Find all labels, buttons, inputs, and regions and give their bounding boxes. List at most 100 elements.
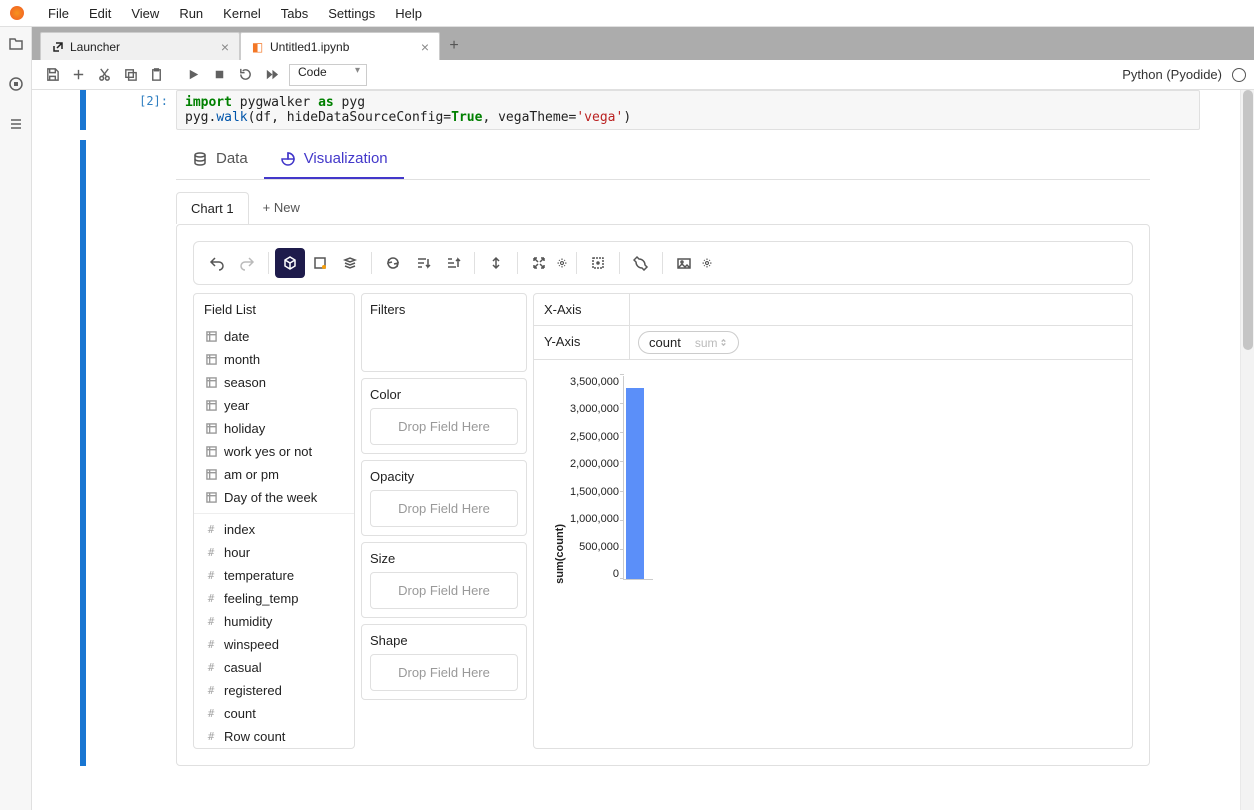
stack-button[interactable] (335, 248, 365, 278)
quantitative-icon: # (204, 523, 218, 537)
y-axis-ticks: 3,500,0003,000,0002,500,0002,000,0001,50… (570, 376, 623, 580)
chart-tab-1[interactable]: Chart 1 (176, 192, 249, 224)
paste-button[interactable] (144, 63, 168, 87)
pyg-tab-visualization[interactable]: Visualization (264, 140, 404, 179)
tab-label: Launcher (70, 40, 120, 54)
plot-area: X-Axis Y-Axis count sum (533, 293, 1133, 749)
running-kernels-icon[interactable] (7, 75, 25, 93)
shelf-shape[interactable]: Shape Drop Field Here (361, 624, 527, 700)
code-token: , vegaTheme= (482, 110, 576, 125)
export-settings-button[interactable] (699, 248, 715, 278)
shelf-color[interactable]: Color Drop Field Here (361, 378, 527, 454)
undo-button[interactable] (202, 248, 232, 278)
add-cell-button[interactable] (66, 63, 90, 87)
menu-settings[interactable]: Settings (318, 6, 385, 21)
field-item[interactable]: Day of the week (194, 486, 354, 509)
pill-aggregation[interactable]: sum (695, 336, 729, 350)
run-button[interactable] (181, 63, 205, 87)
menu-kernel[interactable]: Kernel (213, 6, 271, 21)
add-tab-button[interactable]: + (440, 32, 468, 60)
vertical-scrollbar[interactable] (1240, 90, 1254, 810)
field-item[interactable]: work yes or not (194, 440, 354, 463)
sort-desc-button[interactable] (438, 248, 468, 278)
field-item[interactable]: #index (194, 518, 354, 541)
aggregate-button[interactable] (275, 248, 305, 278)
code-editor[interactable]: import pygwalker as pyg pyg.walk(df, hid… (176, 90, 1200, 130)
file-browser-icon[interactable] (7, 35, 25, 53)
axes-resize-button[interactable] (481, 248, 511, 278)
dropzone[interactable]: Drop Field Here (370, 408, 518, 445)
sort-asc-button[interactable] (408, 248, 438, 278)
close-icon[interactable]: × (221, 39, 229, 55)
layout-settings-button[interactable] (554, 248, 570, 278)
dropzone[interactable]: Drop Field Here (370, 572, 518, 609)
restart-button[interactable] (233, 63, 257, 87)
viz-toolbar (193, 241, 1133, 285)
field-item[interactable]: month (194, 348, 354, 371)
code-cell[interactable]: [2]: import pygwalker as pyg pyg.walk(df… (52, 90, 1240, 130)
code-token: (df, hideDataSourceConfig= (248, 110, 452, 125)
toc-icon[interactable] (7, 115, 25, 133)
dropzone[interactable]: Drop Field Here (370, 490, 518, 527)
field-item[interactable]: year (194, 394, 354, 417)
kernel-status-icon[interactable] (1232, 68, 1246, 82)
nominal-icon (204, 422, 218, 436)
menu-run[interactable]: Run (169, 6, 213, 21)
config-button[interactable] (626, 248, 656, 278)
export-button[interactable] (669, 248, 699, 278)
field-item[interactable]: season (194, 371, 354, 394)
tabbar: Launcher × ◧ Untitled1.ipynb × + (32, 27, 1254, 60)
field-name: feeling_temp (224, 591, 298, 606)
field-item[interactable]: #winspeed (194, 633, 354, 656)
mark-type-button[interactable] (305, 248, 335, 278)
shelf-size[interactable]: Size Drop Field Here (361, 542, 527, 618)
pyg-tab-data[interactable]: Data (176, 140, 264, 179)
close-icon[interactable]: × (421, 39, 429, 55)
geo-button[interactable] (583, 248, 613, 278)
field-name: hour (224, 545, 250, 560)
tab-launcher[interactable]: Launcher × (40, 32, 240, 60)
save-button[interactable] (40, 63, 64, 87)
chart-tab-new[interactable]: + New (249, 192, 314, 224)
y-axis-shelf[interactable]: count sum (630, 326, 1132, 359)
field-list-panel: Field List datemonthseasonyearholidaywor… (193, 293, 355, 749)
shelf-filters[interactable]: Filters (361, 293, 527, 372)
scrollbar-thumb[interactable] (1243, 90, 1253, 350)
field-item[interactable]: date (194, 325, 354, 348)
field-pill-count[interactable]: count sum (638, 331, 739, 354)
restart-run-all-button[interactable] (259, 63, 283, 87)
field-item[interactable]: #hour (194, 541, 354, 564)
shelf-title: Opacity (370, 469, 518, 484)
x-axis-shelf[interactable] (630, 294, 1132, 325)
layout-button[interactable] (524, 248, 554, 278)
dropzone[interactable]: Drop Field Here (370, 654, 518, 691)
field-item[interactable]: #casual (194, 656, 354, 679)
shelf-title: Color (370, 387, 518, 402)
field-item[interactable]: #feeling_temp (194, 587, 354, 610)
field-item[interactable]: #registered (194, 679, 354, 702)
menu-file[interactable]: File (38, 6, 79, 21)
nominal-icon (204, 376, 218, 390)
kernel-name[interactable]: Python (Pyodide) (1122, 67, 1222, 82)
bar (626, 388, 644, 579)
interrupt-button[interactable] (207, 63, 231, 87)
menu-help[interactable]: Help (385, 6, 432, 21)
tab-notebook[interactable]: ◧ Untitled1.ipynb × (240, 32, 440, 60)
nominal-icon (204, 468, 218, 482)
field-item[interactable]: #count (194, 702, 354, 725)
menu-view[interactable]: View (121, 6, 169, 21)
shelf-opacity[interactable]: Opacity Drop Field Here (361, 460, 527, 536)
menu-tabs[interactable]: Tabs (271, 6, 318, 21)
field-item[interactable]: #humidity (194, 610, 354, 633)
field-item[interactable]: #temperature (194, 564, 354, 587)
field-item[interactable]: #Row count (194, 725, 354, 748)
cut-button[interactable] (92, 63, 116, 87)
y-axis-title: sum(count) (554, 524, 566, 584)
field-item[interactable]: am or pm (194, 463, 354, 486)
copy-button[interactable] (118, 63, 142, 87)
menu-edit[interactable]: Edit (79, 6, 121, 21)
field-item[interactable]: holiday (194, 417, 354, 440)
redo-button[interactable] (232, 248, 262, 278)
transpose-button[interactable] (378, 248, 408, 278)
cell-type-select[interactable]: Code (289, 64, 367, 86)
